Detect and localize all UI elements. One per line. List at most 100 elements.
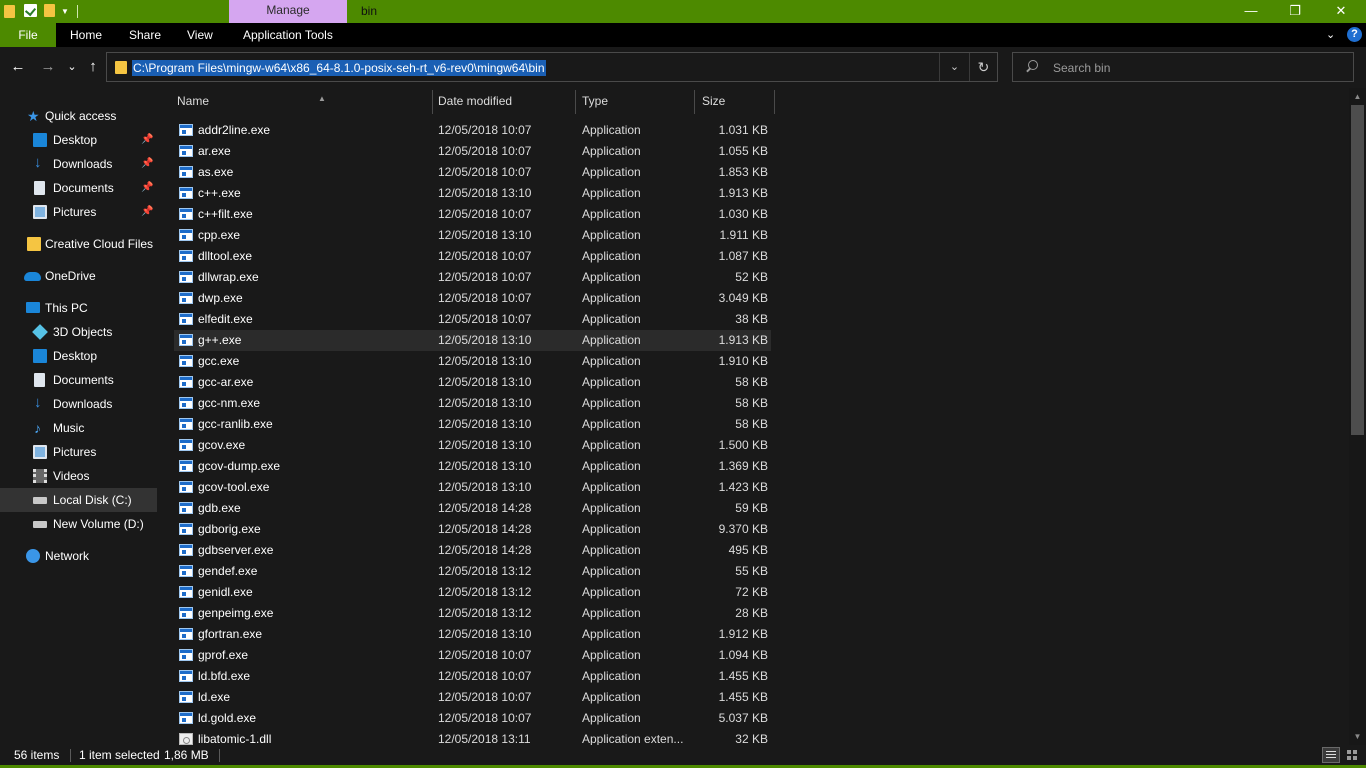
sidebar-item-music[interactable]: ♪ Music	[0, 416, 157, 440]
file-row[interactable]: gendef.exe 12/05/2018 13:12 Application 55 …	[174, 561, 771, 582]
file-row[interactable]: dlltool.exe 12/05/2018 10:07 Application 1.…	[174, 246, 771, 267]
column-header-size[interactable]: Size	[702, 88, 774, 114]
file-row[interactable]: as.exe 12/05/2018 10:07 Application 1.853 K…	[174, 162, 771, 183]
file-row[interactable]: c++.exe 12/05/2018 13:10 Application 1.913 …	[174, 183, 771, 204]
sidebar-item-documents-pc[interactable]: Documents	[0, 368, 157, 392]
properties-icon[interactable]	[24, 3, 37, 17]
tab-application-tools[interactable]: Application Tools	[243, 23, 333, 47]
tab-file[interactable]: File	[0, 23, 56, 47]
sidebar-item-local-disk-c[interactable]: Local Disk (C:)	[0, 488, 157, 512]
file-date-modified: 12/05/2018 10:07	[438, 165, 532, 179]
file-row[interactable]: ld.exe 12/05/2018 10:07 Application 1.455 K…	[174, 687, 771, 708]
sidebar-item-downloads[interactable]: ↓ Downloads 📌	[0, 152, 157, 176]
scrollbar-thumb[interactable]	[1351, 105, 1364, 435]
up-button[interactable]: ↑	[84, 57, 102, 77]
sidebar-item-pictures-pc[interactable]: Pictures	[0, 440, 157, 464]
file-row[interactable]: gfortran.exe 12/05/2018 13:10 Application 1…	[174, 624, 771, 645]
file-name: ld.gold.exe	[198, 711, 257, 725]
column-divider[interactable]	[774, 90, 775, 114]
file-row[interactable]: ld.bfd.exe 12/05/2018 10:07 Application 1.4…	[174, 666, 771, 687]
file-row[interactable]: cpp.exe 12/05/2018 13:10 Application 1.911 …	[174, 225, 771, 246]
sidebar-item-documents[interactable]: Documents 📌	[0, 176, 157, 200]
file-type: Application	[582, 396, 641, 410]
large-icons-view-icon[interactable]	[1344, 747, 1362, 763]
sidebar-item-quick-access[interactable]: ★ Quick access	[0, 104, 157, 128]
file-row[interactable]: genidl.exe 12/05/2018 13:12 Application 72 …	[174, 582, 771, 603]
customize-toolbar-icon[interactable]: ▼	[61, 7, 69, 16]
sidebar-item-this-pc[interactable]: This PC	[0, 296, 157, 320]
file-row[interactable]: gcc-ranlib.exe 12/05/2018 13:10 Applicatio…	[174, 414, 771, 435]
back-button[interactable]: ←	[9, 57, 27, 77]
sidebar-item-new-volume-d[interactable]: New Volume (D:)	[0, 512, 157, 536]
file-row[interactable]: gcov.exe 12/05/2018 13:10 Application 1.500…	[174, 435, 771, 456]
file-row[interactable]: gcov-tool.exe 12/05/2018 13:10 Application…	[174, 477, 771, 498]
column-header-date[interactable]: Date modified	[438, 88, 575, 114]
sidebar-item-onedrive[interactable]: OneDrive	[0, 264, 157, 288]
maximize-button[interactable]: ❐	[1272, 0, 1318, 23]
search-input[interactable]: Search bin	[1012, 52, 1354, 82]
file-row[interactable]: gdb.exe 12/05/2018 14:28 Application 59 KB	[174, 498, 771, 519]
help-icon[interactable]: ?	[1347, 27, 1362, 42]
minimize-button[interactable]: —	[1228, 0, 1274, 23]
address-path[interactable]: C:\Program Files\mingw-w64\x86_64-8.1.0-…	[132, 60, 546, 76]
details-view-icon[interactable]	[1322, 747, 1340, 763]
file-row[interactable]: addr2line.exe 12/05/2018 10:07 Application…	[174, 120, 771, 141]
documents-icon	[34, 181, 45, 195]
file-row[interactable]: gcov-dump.exe 12/05/2018 13:10 Application…	[174, 456, 771, 477]
recent-locations-button[interactable]: ⌄	[65, 57, 79, 77]
address-dropdown-button[interactable]: ⌄	[939, 53, 969, 81]
address-bar[interactable]: C:\Program Files\mingw-w64\x86_64-8.1.0-…	[106, 52, 998, 82]
scroll-up-arrow-icon[interactable]: ▲	[1349, 88, 1366, 105]
close-button[interactable]: ✕	[1318, 0, 1364, 23]
column-header-name[interactable]: Name ▲	[177, 88, 432, 114]
sidebar-item-3d-objects[interactable]: 3D Objects	[0, 320, 157, 344]
file-row[interactable]: g++.exe 12/05/2018 13:10 Application 1.913 …	[174, 330, 771, 351]
file-row[interactable]: dwp.exe 12/05/2018 10:07 Application 3.049 …	[174, 288, 771, 309]
sidebar-item-videos[interactable]: Videos	[0, 464, 157, 488]
application-icon	[179, 565, 193, 577]
file-size: 58 KB	[735, 396, 768, 410]
file-row[interactable]: gdborig.exe 12/05/2018 14:28 Application 9.…	[174, 519, 771, 540]
file-row[interactable]: gprof.exe 12/05/2018 10:07 Application 1.09…	[174, 645, 771, 666]
file-row[interactable]: genpeimg.exe 12/05/2018 13:12 Application 2…	[174, 603, 771, 624]
file-row[interactable]: gdbserver.exe 12/05/2018 14:28 Application…	[174, 540, 771, 561]
sidebar-item-creative-cloud-files[interactable]: Creative Cloud Files	[0, 232, 157, 256]
new-folder-icon[interactable]	[44, 3, 55, 17]
file-row[interactable]: ar.exe 12/05/2018 10:07 Application 1.055 K…	[174, 141, 771, 162]
file-date-modified: 12/05/2018 13:10	[438, 354, 532, 368]
application-icon	[179, 229, 193, 241]
file-size: 59 KB	[735, 501, 768, 515]
expand-ribbon-icon[interactable]: ⌄	[1326, 23, 1335, 47]
manage-tab[interactable]: Manage	[229, 0, 347, 23]
sidebar-item-label: Documents	[53, 373, 114, 387]
scroll-down-arrow-icon[interactable]: ▼	[1349, 728, 1366, 745]
column-divider[interactable]	[575, 90, 576, 114]
file-row[interactable]: dllwrap.exe 12/05/2018 10:07 Application 52…	[174, 267, 771, 288]
file-date-modified: 12/05/2018 13:10	[438, 417, 532, 431]
file-row[interactable]: gcc-nm.exe 12/05/2018 13:10 Application 58 …	[174, 393, 771, 414]
tab-view[interactable]: View	[187, 23, 213, 47]
sidebar-item-downloads-pc[interactable]: ↓ Downloads	[0, 392, 157, 416]
file-row[interactable]: ld.gold.exe 12/05/2018 10:07 Application 5.…	[174, 708, 771, 729]
tab-home[interactable]: Home	[70, 23, 102, 47]
column-divider[interactable]	[432, 90, 433, 114]
file-row[interactable]: elfedit.exe 12/05/2018 10:07 Application 38…	[174, 309, 771, 330]
sidebar-item-desktop[interactable]: Desktop 📌	[0, 128, 157, 152]
tab-share[interactable]: Share	[129, 23, 161, 47]
file-row[interactable]: gcc.exe 12/05/2018 13:10 Application 1.910 …	[174, 351, 771, 372]
file-type: Application	[582, 543, 641, 557]
folder-icon	[115, 61, 127, 74]
file-row[interactable]: c++filt.exe 12/05/2018 10:07 Application 1.…	[174, 204, 771, 225]
vertical-scrollbar[interactable]: ▲ ▼	[1349, 88, 1366, 745]
file-row[interactable]: gcc-ar.exe 12/05/2018 13:10 Application 58 …	[174, 372, 771, 393]
sidebar-item-network[interactable]: Network	[0, 544, 157, 568]
forward-button[interactable]: →	[39, 57, 57, 77]
column-divider[interactable]	[694, 90, 695, 114]
sidebar-item-pictures[interactable]: Pictures 📌	[0, 200, 157, 224]
file-name: dlltool.exe	[198, 249, 253, 263]
file-row[interactable]: libatomic-1.dll 12/05/2018 13:11 Applicati…	[174, 729, 771, 745]
sidebar-item-desktop-pc[interactable]: Desktop	[0, 344, 157, 368]
column-header-type[interactable]: Type	[582, 88, 694, 114]
file-type: Application	[582, 564, 641, 578]
refresh-button[interactable]: ↻	[969, 53, 997, 81]
